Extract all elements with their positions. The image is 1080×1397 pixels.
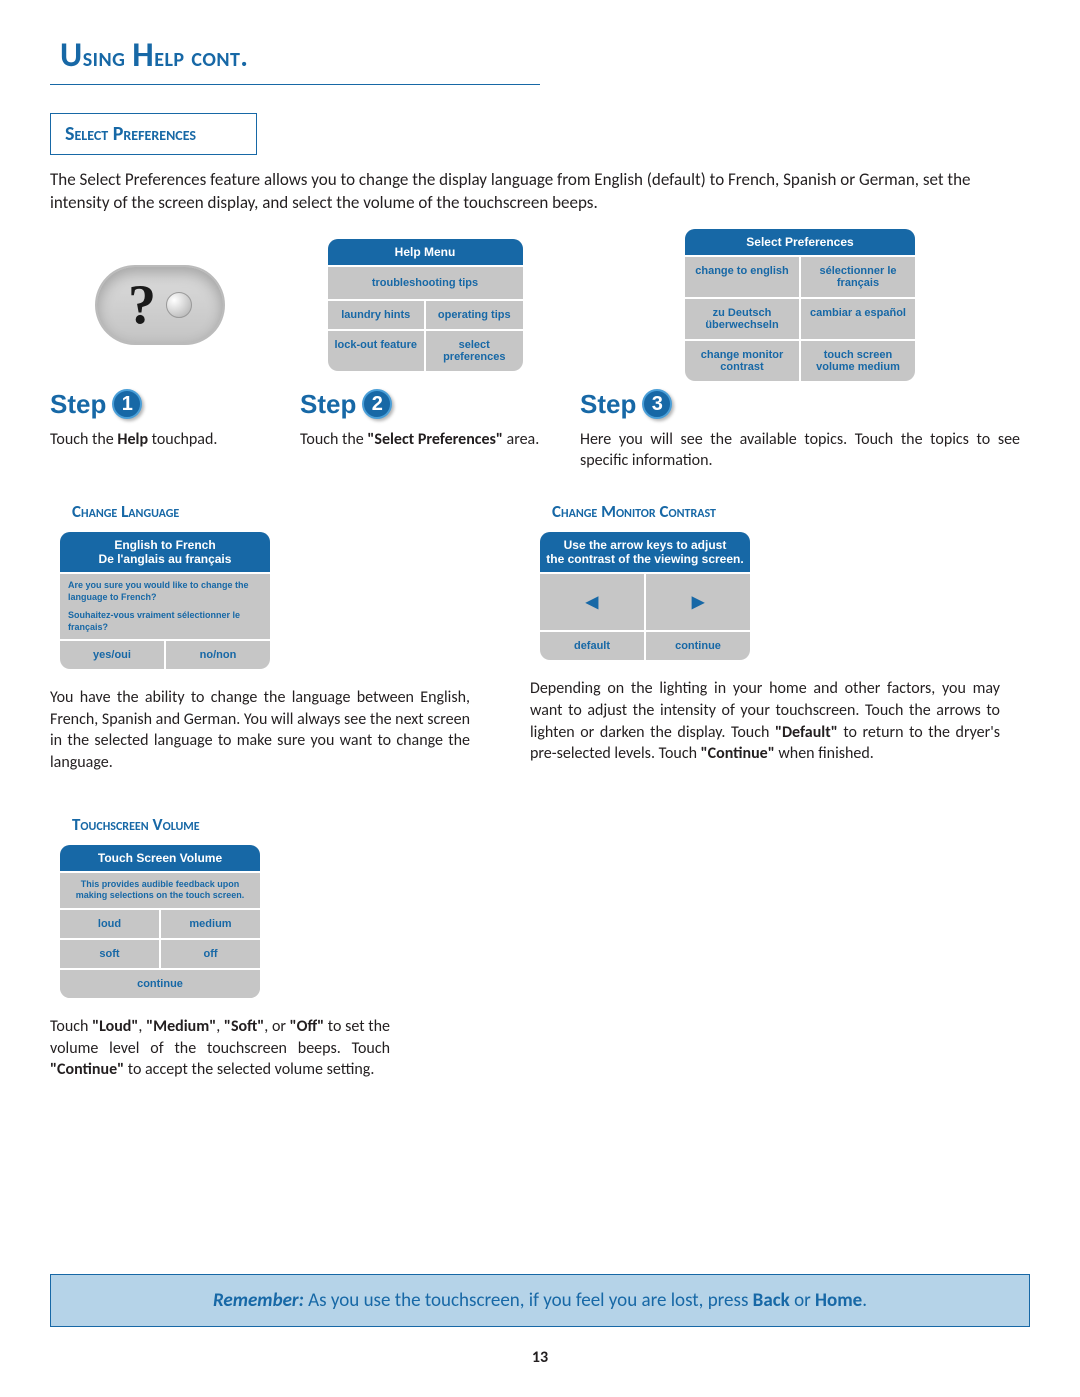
prefs-english[interactable]: change to english bbox=[685, 257, 799, 297]
volume-panel-header: Touch Screen Volume bbox=[60, 845, 260, 871]
help-menu-panel: Help Menu troubleshooting tips laundry h… bbox=[328, 239, 523, 371]
change-language-title: Change Language bbox=[72, 501, 470, 522]
change-language-panel: English to French De l'anglais au frança… bbox=[60, 532, 270, 669]
volume-off-button[interactable]: off bbox=[159, 940, 260, 968]
help-menu-select-prefs[interactable]: select preferences bbox=[424, 331, 523, 371]
contrast-panel-header: Use the arrow keys to adjust the contras… bbox=[540, 532, 750, 572]
lang-panel-header: English to French De l'anglais au frança… bbox=[60, 532, 270, 572]
change-language-section: Change Language English to French De l'a… bbox=[50, 501, 470, 773]
step-label: Step bbox=[300, 389, 356, 420]
page-title: UUsing Help cont.sing Help cont. bbox=[60, 35, 1030, 76]
step-2-text: Touch the "Select Preferences" area. bbox=[300, 430, 550, 451]
help-menu-troubleshooting[interactable]: troubleshooting tips bbox=[328, 265, 523, 299]
contrast-continue-button[interactable]: continue bbox=[644, 632, 750, 660]
help-menu-title: Help Menu bbox=[328, 239, 523, 265]
lang-question-fr: Souhaitez-vous vraiment sélectionner le … bbox=[60, 610, 270, 639]
prefs-german[interactable]: zu Deutsch überwechseln bbox=[685, 299, 799, 339]
step-2-column: Help Menu troubleshooting tips laundry h… bbox=[300, 235, 550, 472]
change-contrast-section: Change Monitor Contrast Use the arrow ke… bbox=[530, 501, 1000, 773]
detail-row: Change Language English to French De l'a… bbox=[50, 501, 1030, 773]
step-label: Step bbox=[50, 389, 106, 420]
arrow-left-icon: ◀ bbox=[586, 594, 598, 611]
contrast-default-button[interactable]: default bbox=[540, 632, 644, 660]
lang-question-en: Are you sure you would like to change th… bbox=[60, 572, 270, 609]
section-heading: Select Preferences bbox=[65, 122, 196, 146]
lang-no-button[interactable]: no/non bbox=[164, 641, 270, 669]
step-number-2: 2 bbox=[362, 389, 392, 419]
select-preferences-panel: Select Preferences change to english sél… bbox=[685, 229, 915, 381]
prefs-french[interactable]: sélectionner le français bbox=[799, 257, 915, 297]
title-rule bbox=[50, 84, 540, 85]
step-number-3: 3 bbox=[642, 389, 672, 419]
help-menu-lockout[interactable]: lock-out feature bbox=[328, 331, 425, 371]
touchscreen-volume-section: Touchscreen Volume Touch Screen Volume T… bbox=[50, 814, 390, 1081]
help-touchpad-graphic: ? bbox=[95, 265, 225, 345]
volume-loud-button[interactable]: loud bbox=[60, 910, 159, 938]
contrast-left-arrow[interactable]: ◀ bbox=[540, 574, 644, 630]
step-1-text: Touch the Help touchpad. bbox=[50, 430, 270, 451]
volume-body: Touch "Loud", "Medium", "Soft", or "Off"… bbox=[50, 1016, 390, 1081]
step-number-1: 1 bbox=[112, 389, 142, 419]
volume-panel-note: This provides audible feedback upon maki… bbox=[60, 871, 260, 908]
help-menu-operating[interactable]: operating tips bbox=[424, 301, 523, 329]
contrast-right-arrow[interactable]: ▶ bbox=[644, 574, 750, 630]
intro-paragraph: The Select Preferences feature allows yo… bbox=[50, 169, 1030, 215]
prefs-contrast[interactable]: change monitor contrast bbox=[685, 341, 799, 381]
step-3-text: Here you will see the available topics. … bbox=[580, 430, 1020, 472]
section-heading-box: Select Preferences bbox=[50, 113, 257, 155]
volume-panel: Touch Screen Volume This provides audibl… bbox=[60, 845, 260, 998]
change-language-body: You have the ability to change the langu… bbox=[50, 687, 470, 773]
contrast-panel: Use the arrow keys to adjust the contras… bbox=[540, 532, 750, 660]
step-label: Step bbox=[580, 389, 636, 420]
step-3-column: Select Preferences change to english sél… bbox=[580, 235, 1020, 472]
change-contrast-title: Change Monitor Contrast bbox=[552, 501, 1000, 522]
lang-yes-button[interactable]: yes/oui bbox=[60, 641, 164, 669]
change-contrast-body: Depending on the lighting in your home a… bbox=[530, 678, 1000, 764]
steps-row: ? Step 1 Touch the Help touchpad. Help M… bbox=[50, 235, 1030, 472]
volume-soft-button[interactable]: soft bbox=[60, 940, 159, 968]
arrow-right-icon: ▶ bbox=[692, 594, 704, 611]
remember-bar: Remember: As you use the touchscreen, if… bbox=[50, 1274, 1030, 1327]
prefs-title: Select Preferences bbox=[685, 229, 915, 255]
volume-continue-button[interactable]: continue bbox=[60, 968, 260, 998]
step-1-column: ? Step 1 Touch the Help touchpad. bbox=[50, 235, 270, 472]
led-dot-icon bbox=[166, 292, 192, 318]
prefs-spanish[interactable]: cambiar a español bbox=[799, 299, 915, 339]
question-mark-icon: ? bbox=[128, 273, 156, 337]
help-menu-laundry[interactable]: laundry hints bbox=[328, 301, 425, 329]
prefs-volume[interactable]: touch screen volume medium bbox=[799, 341, 915, 381]
volume-title: Touchscreen Volume bbox=[72, 814, 390, 835]
volume-medium-button[interactable]: medium bbox=[159, 910, 260, 938]
page-number: 13 bbox=[0, 1348, 1080, 1367]
